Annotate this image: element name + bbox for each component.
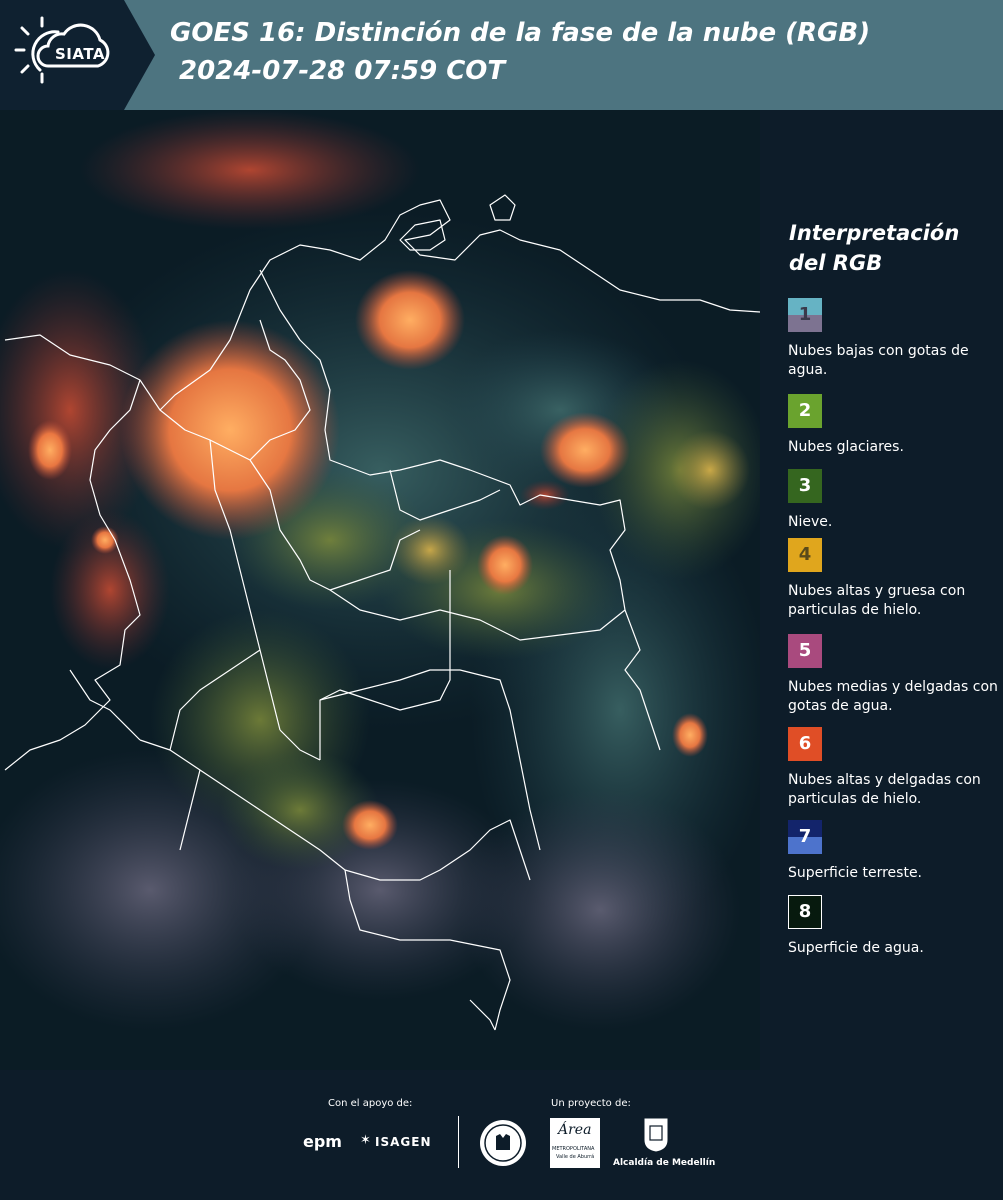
legend-panel: Interpretación del RGB 1 Nubes bajas con…	[760, 110, 1003, 1070]
legend-label: Superficie de agua.	[788, 940, 924, 956]
legend-item-1: 1 Nubes bajas con gotas de agua.	[788, 298, 998, 380]
legend-swatch-8: 8	[788, 895, 822, 929]
legend-swatch-2: 2	[788, 394, 822, 428]
legend-title: Interpretación del RGB	[789, 221, 960, 275]
legend-item-3: 3 Nieve.	[788, 469, 998, 532]
isagen-logo: ISAGEN	[375, 1135, 432, 1149]
footer: Con el apoyo de: Un proyecto de: epm ✶ I…	[0, 1070, 1003, 1200]
legend-label: Nieve.	[788, 514, 833, 530]
legend-number: 5	[798, 640, 812, 661]
legend-swatch-3: 3	[788, 469, 822, 503]
siata-logo-text: SIATA	[55, 45, 106, 63]
support-label: Con el apoyo de:	[328, 1098, 413, 1109]
legend-swatch-6: 6	[788, 727, 822, 761]
legend-number: 8	[798, 901, 812, 922]
legend-number: 1	[798, 304, 812, 325]
siata-logo: SIATA	[0, 0, 155, 110]
alcaldia-logo-text: Alcaldía de Medellín	[613, 1158, 716, 1168]
legend-number: 3	[798, 475, 812, 496]
legend-label: Superficie terreste.	[788, 865, 923, 881]
area-metropolitana-logo: Área METROPOLITANA Valle de Aburrá	[550, 1118, 600, 1168]
legend-number: 6	[798, 733, 812, 754]
legend-label: Nubes altas y gruesa con particulas de h…	[788, 583, 966, 618]
footer-divider	[458, 1116, 459, 1168]
legend-number: 4	[798, 544, 812, 565]
legend-number: 2	[798, 400, 812, 421]
header: SIATA GOES 16: Distinción de la fase de …	[0, 0, 1003, 110]
area-logo-subtext2: Valle de Aburrá	[556, 1154, 595, 1160]
legend-item-2: 2 Nubes glaciares.	[788, 394, 998, 457]
satellite-map[interactable]	[0, 110, 760, 1070]
legend-swatch-1: 1	[788, 298, 822, 332]
legend-swatch-7: 7	[788, 820, 822, 854]
legend-item-4: 4 Nubes altas y gruesa con particulas de…	[788, 538, 998, 620]
legend-swatch-4: 4	[788, 538, 822, 572]
legend-swatch-5: 5	[788, 634, 822, 668]
legend-label: Nubes altas y delgadas con particulas de…	[788, 772, 981, 807]
medellin-shield-icon	[643, 1117, 669, 1153]
project-label: Un proyecto de:	[551, 1098, 631, 1109]
area-logo-subtext: METROPOLITANA	[552, 1146, 595, 1152]
epm-logo: epm	[303, 1132, 342, 1151]
cloud-phase-image	[0, 110, 760, 1070]
legend-item-7: 7 Superficie terreste.	[788, 820, 998, 883]
legend-label: Nubes bajas con gotas de agua.	[788, 343, 969, 378]
page-title: GOES 16: Distinción de la fase de la nub…	[170, 18, 871, 86]
legend-item-6: 6 Nubes altas y delgadas con particulas …	[788, 727, 998, 809]
isagen-icon: ✶	[360, 1133, 371, 1148]
legend-number: 7	[798, 826, 812, 847]
legend-item-5: 5 Nubes medias y delgadas con gotas de a…	[788, 634, 998, 716]
siata-seal-icon	[480, 1120, 526, 1166]
area-logo-text: Área	[558, 1122, 592, 1138]
legend-item-8: 8 Superficie de agua.	[788, 895, 998, 958]
legend-label: Nubes glaciares.	[788, 439, 904, 455]
legend-label: Nubes medias y delgadas con gotas de agu…	[788, 679, 998, 714]
